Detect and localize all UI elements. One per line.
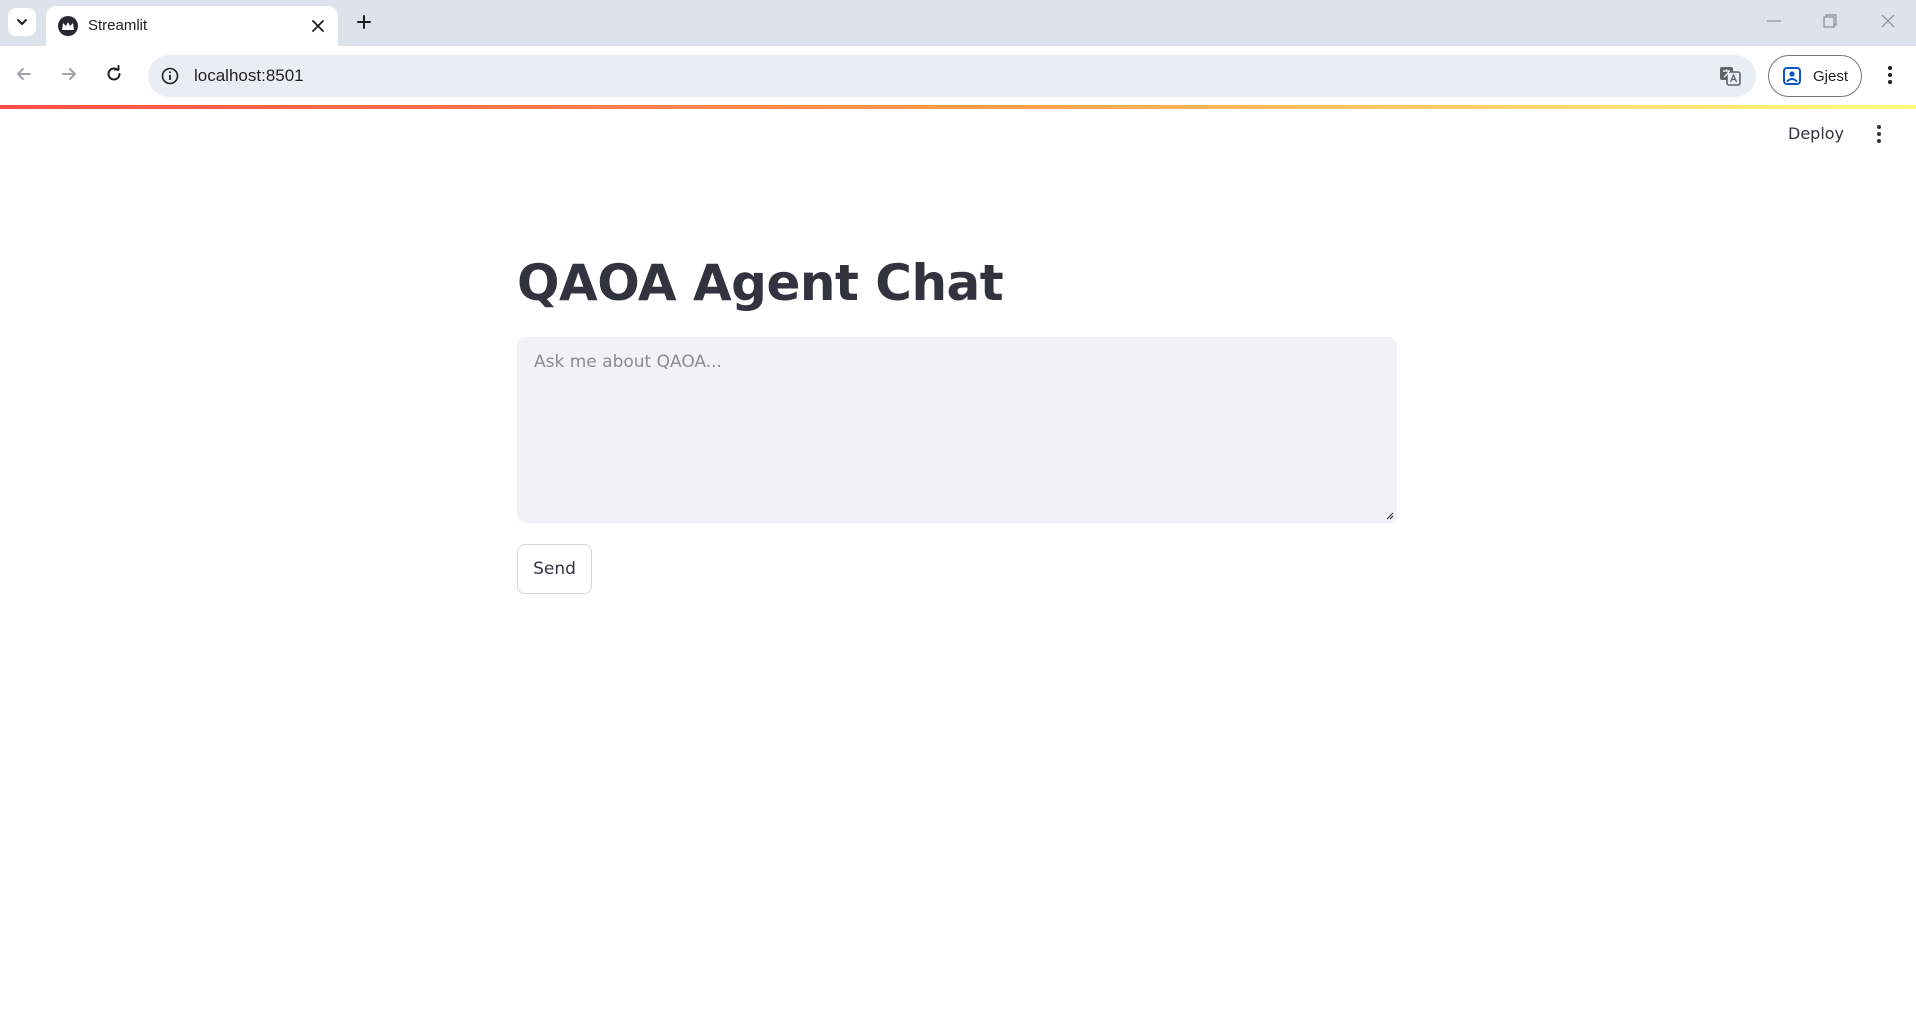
- more-vertical-icon: [1888, 66, 1892, 84]
- plus-icon: [357, 15, 371, 29]
- deploy-button[interactable]: Deploy: [1784, 123, 1848, 145]
- browser-tab-strip: Streamlit: [0, 0, 1916, 46]
- profile-label: Gjest: [1813, 68, 1849, 85]
- more-vertical-icon: [1877, 125, 1881, 143]
- translate-icon[interactable]: [1718, 64, 1742, 88]
- close-tab-icon[interactable]: [308, 16, 328, 36]
- streamlit-favicon-icon: [58, 16, 78, 36]
- site-info-icon[interactable]: [158, 64, 182, 88]
- page-title: QAOA Agent Chat: [517, 254, 1004, 312]
- minimize-window-button[interactable]: [1754, 6, 1794, 36]
- arrow-right-icon: [62, 68, 76, 80]
- minimize-icon: [1767, 20, 1781, 22]
- close-icon: [1881, 14, 1895, 28]
- profile-button[interactable]: Gjest: [1768, 55, 1862, 97]
- browser-toolbar: localhost:8501 Gjest: [0, 46, 1916, 105]
- new-tab-button[interactable]: [350, 8, 378, 36]
- resize-handle-icon[interactable]: [1384, 510, 1394, 520]
- address-bar[interactable]: localhost:8501: [148, 55, 1756, 97]
- back-button[interactable]: [7, 57, 41, 91]
- arrow-left-icon: [17, 68, 31, 80]
- streamlit-app: Deploy QAOA Agent Chat Send: [0, 109, 1916, 1011]
- profile-icon: [1781, 65, 1803, 87]
- main-menu-button[interactable]: [1866, 121, 1892, 147]
- browser-menu-button[interactable]: [1874, 59, 1906, 91]
- reload-button[interactable]: [97, 57, 131, 91]
- tab-title: Streamlit: [88, 17, 148, 34]
- tab-search-button[interactable]: [8, 8, 36, 36]
- url-text: localhost:8501: [194, 66, 304, 85]
- browser-tab[interactable]: Streamlit: [46, 6, 338, 46]
- restore-window-button[interactable]: [1810, 6, 1850, 36]
- reload-icon: [107, 65, 121, 81]
- restore-icon: [1823, 14, 1837, 28]
- forward-button[interactable]: [52, 57, 86, 91]
- close-window-button[interactable]: [1868, 6, 1908, 36]
- chevron-down-icon: [17, 19, 27, 25]
- send-button[interactable]: Send: [517, 544, 592, 594]
- chat-input[interactable]: [517, 337, 1397, 523]
